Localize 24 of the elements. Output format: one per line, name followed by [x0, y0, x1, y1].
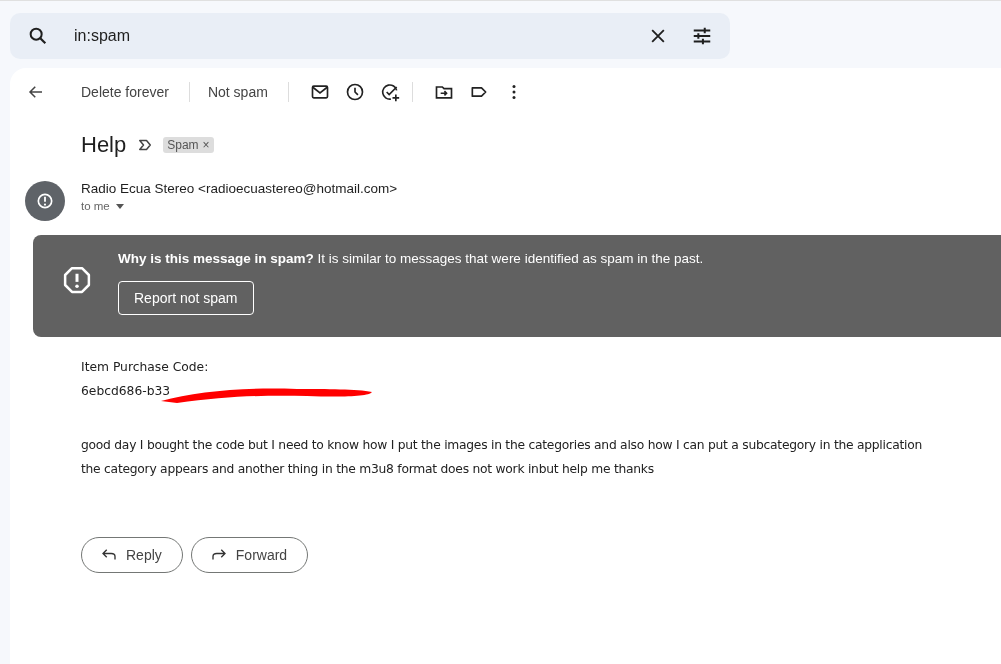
search-field[interactable]: in:spam [10, 13, 730, 59]
report-not-spam-button[interactable]: Report not spam [118, 281, 254, 315]
alert-icon [35, 191, 55, 211]
forward-button[interactable]: Forward [190, 537, 309, 573]
recipient-text: to me [81, 200, 110, 212]
search-icon[interactable] [27, 25, 49, 47]
toolbar-button[interactable]: Delete forever [81, 84, 169, 100]
sender-name: Radio Ecua Stereo <radioecuastereo@hotmail.com> [81, 181, 398, 196]
spam-explanation: Why is this message in spam? It is similar to messages that were identified as spam in the past. [118, 251, 704, 266]
mail-icon[interactable] [309, 82, 330, 102]
email-subject: Help [81, 132, 127, 158]
caret-icon[interactable] [115, 203, 124, 209]
body-text: Item Purchase Code: [81, 359, 209, 376]
back-arrow-icon[interactable] [27, 83, 45, 101]
add-task-icon[interactable] [379, 82, 400, 102]
purchase-code: 6ebcd686-b33 [81, 383, 171, 400]
filter-options-icon[interactable] [691, 25, 713, 47]
warning-octagon-icon [62, 265, 92, 295]
message-paragraph: good day I bought the code but I need to know how I put the images in the categories and also how I can put a subcategory in the application the category appears and another thing in the m3u8 format does not work inbut help me thanks [81, 437, 923, 478]
clock-icon[interactable] [344, 82, 365, 102]
toolbar-button[interactable]: Not spam [207, 84, 268, 100]
remove-label-button[interactable]: × [202, 138, 210, 152]
reply-button[interactable]: Reply [81, 537, 183, 573]
label-text: Spam [167, 138, 199, 152]
